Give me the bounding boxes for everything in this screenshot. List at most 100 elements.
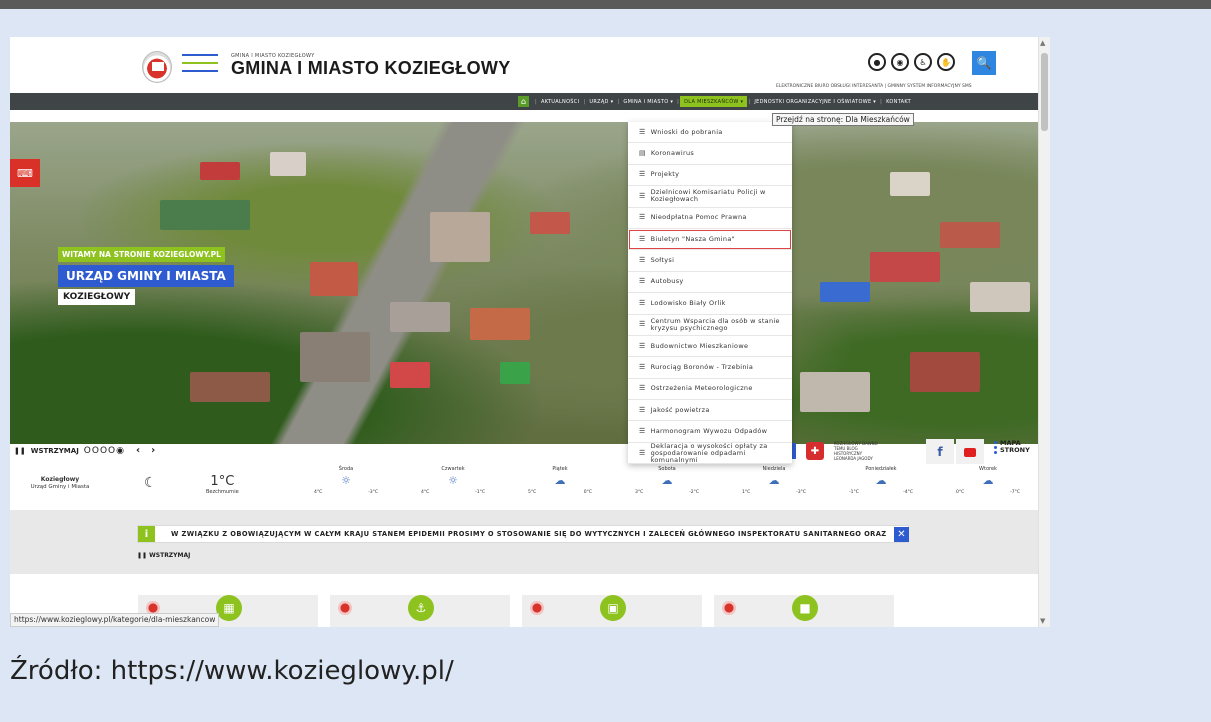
info-icon: i [138, 526, 155, 542]
quick-link-card[interactable]: ■ [714, 595, 894, 627]
cloud-icon: ☁ [982, 474, 994, 487]
brand-lines-icon [182, 54, 218, 78]
weather-day: Środa ☼ 4°C -3°C [306, 466, 386, 495]
cloud-icon: ☁ [768, 474, 780, 487]
cloud-icon: ☁ [661, 474, 673, 487]
browser-screenshot: GMINA I MIASTO KOZIEGŁOWY GMINA I MIASTO… [10, 37, 1050, 627]
nav-item-aktualnosci[interactable]: AKTUALNOŚCI [538, 99, 582, 105]
moon-icon: ☾ [144, 475, 157, 491]
facebook-icon[interactable]: f [926, 439, 954, 465]
gallery-icon: ▣ [600, 595, 626, 621]
list-icon: ☰ [639, 341, 646, 350]
news-icon: ▤ [639, 149, 646, 158]
nav-tooltip: Przejdź na stronę: Dla Mieszkańców [772, 113, 914, 126]
nav-item-urzad[interactable]: URZĄD ▾ [586, 99, 616, 105]
weather-current: 1°C Bezchmurnie [206, 474, 239, 495]
partner-logos: ✚ KOZIEGŁOWY DAWNO TEMU BLOG HISTORYCZNY… [786, 437, 882, 465]
site-map-icon [994, 440, 997, 454]
dropdown-item[interactable]: ☰ Deklaracja o wysokości opłaty za gospod… [628, 442, 792, 465]
slider-controls: ❚❚ WSTRZYMAJ OOOO◉ ‹ › [14, 445, 155, 456]
quick-link-card[interactable]: ⚓ [330, 595, 510, 627]
scroll-down-icon[interactable]: ▼ [1040, 617, 1045, 625]
notice-pause-button[interactable]: ❚❚ WSTRZYMAJ [137, 552, 190, 559]
historic-blog-text[interactable]: KOZIEGŁOWY DAWNO TEMU BLOG HISTORYCZNY L… [834, 441, 882, 461]
dropdown-dla-mieszkancow: ☰ Wnioski do pobrania ▤ Koronawirus ☰ Proje… [628, 122, 792, 465]
dropdown-item[interactable]: ☰ Budownictwo Mieszkaniowe [628, 336, 792, 358]
dropdown-item[interactable]: ☰ Lodowisko Biały Orlik [628, 293, 792, 315]
dropdown-item[interactable]: ▤ Koronawirus [628, 143, 792, 165]
dropdown-item[interactable]: ☰ Sołtysi [628, 250, 792, 272]
keyboard-icon[interactable]: ⌨ [10, 159, 40, 187]
list-icon: ☰ [639, 277, 646, 286]
slider-pause-button[interactable]: WSTRZYMAJ [31, 447, 79, 455]
anchor-icon: ⚓ [408, 595, 434, 621]
dropdown-item[interactable]: ☰ Rurociąg Boronów - Trzebinia [628, 357, 792, 379]
slider-dots[interactable]: OOOO◉ [84, 446, 125, 456]
hero-subtitle: KOZIEGŁOWY [58, 289, 136, 305]
historic-blog-logo[interactable]: ✚ [806, 442, 824, 460]
close-icon[interactable]: ✕ [894, 527, 909, 542]
window-top-bar [0, 0, 1211, 9]
list-icon: ☰ [639, 213, 646, 222]
search-icon: 🔍 [976, 56, 992, 70]
list-icon: ☰ [639, 298, 646, 307]
person-icon[interactable]: ● [868, 53, 886, 71]
site-map-link[interactable]: MAPA STRONY [994, 440, 1030, 454]
home-icon[interactable]: ⌂ [518, 96, 529, 107]
slider-next-button[interactable]: › [151, 445, 155, 456]
dropdown-item[interactable]: ☰ Centrum Wsparcia dla osób w stanie kryz… [628, 315, 792, 336]
ebok-links[interactable]: ELEKTRONICZNE BIURO OBSŁUGI INTERESANTA … [776, 84, 972, 89]
accessibility-icons: ● ◉ ♿ ✋ [868, 53, 955, 71]
weather-day: Piątek ☁ 5°C 0°C [520, 466, 600, 495]
nav-item-gmina[interactable]: GMINA I MIASTO ▾ [620, 99, 676, 105]
source-caption: Źródło: https://www.kozieglowy.pl/ [10, 656, 454, 686]
weather-location: Koziegłowy Urząd Gminy i Miasta [30, 476, 90, 490]
quick-link-card[interactable]: ▣ [522, 595, 702, 627]
dropdown-item[interactable]: ☰ Autobusy [628, 272, 792, 294]
list-icon: ☰ [639, 256, 646, 265]
deaf-icon[interactable]: ◉ [891, 53, 909, 71]
nav-item-jednostki[interactable]: JEDNOSTKI ORGANIZACYJNE I OŚWIATOWE ▾ [751, 99, 879, 105]
weather-day: Poniedziałek ☁ -1°C -4°C [841, 466, 921, 495]
list-icon: ☰ [639, 384, 646, 393]
nav-item-kontakt[interactable]: KONTAKT [883, 99, 914, 105]
status-bar-url: https://www.kozieglowy.pl/kategorie/dla-… [10, 613, 220, 627]
weather-day: Sobota ☁ 3°C -2°C [627, 466, 707, 495]
weather-widget: Koziegłowy Urząd Gminy i Miasta ☾ 1°C Bezc… [10, 464, 1038, 510]
weather-day: Niedziela ☁ 1°C -3°C [734, 466, 814, 495]
list-icon: ☰ [639, 170, 646, 179]
list-icon: ☰ [639, 191, 646, 200]
search-button[interactable]: 🔍 [972, 51, 996, 75]
main-nav: ⌂ | AKTUALNOŚCI | URZĄD ▾ | GMINA I MIAS… [10, 93, 1038, 110]
list-icon: ☰ [639, 127, 646, 136]
nav-item-dla-mieszkancow[interactable]: DLA MIESZKAŃCÓW ▾ [680, 96, 748, 107]
hero-title: URZĄD GMINY I MIASTA [58, 265, 234, 287]
calendar-icon: ▦ [216, 595, 242, 621]
dropdown-item[interactable]: ☰ Nieodpłatna Pomoc Prawna [628, 208, 792, 229]
weather-day: Czwartek ☼ 4°C -1°C [413, 466, 493, 495]
sun-icon: ☼ [448, 474, 458, 487]
sign-language-icon[interactable]: ✋ [937, 53, 955, 71]
dropdown-item-highlighted[interactable]: ☰ Biuletyn "Nasza Gmina" [628, 229, 792, 251]
dropdown-item[interactable]: ☰ Jakość powietrza [628, 400, 792, 422]
slider-prev-button[interactable]: ‹ [136, 445, 140, 456]
dropdown-item[interactable]: ☰ Ostrzeżenia Meteorologiczne [628, 379, 792, 401]
hero-welcome: WITAMY NA STRONIE KOZIEGLOWY.PL [58, 247, 225, 262]
pause-icon[interactable]: ❚❚ [14, 447, 26, 455]
scroll-up-icon[interactable]: ▲ [1040, 39, 1045, 47]
crest-logo[interactable] [142, 51, 172, 83]
epidemic-notice: i W ZWIĄZKU Z OBOWIĄZUJĄCYM W CAŁYM KRAJ… [137, 525, 909, 543]
dropdown-item[interactable]: ☰ Dzielnicowi Komisariatu Policji w Kozie… [628, 186, 792, 208]
weather-day: Wtorek ☁ 0°C -7°C [948, 466, 1028, 495]
notice-text: W ZWIĄZKU Z OBOWIĄZUJĄCYM W CAŁYM KRAJU … [171, 530, 887, 538]
dropdown-item[interactable]: ☰ Wnioski do pobrania [628, 122, 792, 144]
list-icon: ☰ [639, 362, 646, 371]
dropdown-item[interactable]: ☰ Projekty [628, 165, 792, 187]
youtube-icon[interactable] [956, 439, 984, 465]
dropdown-item[interactable]: ☰ Harmonogram Wywozu Odpadów [628, 421, 792, 443]
scrollbar-thumb[interactable] [1041, 53, 1048, 131]
list-icon: ☰ [639, 448, 646, 457]
wheelchair-icon[interactable]: ♿ [914, 53, 932, 71]
scrollbar[interactable]: ▲ ▼ [1038, 37, 1050, 627]
brand-title[interactable]: GMINA I MIASTO KOZIEGŁOWY [231, 58, 511, 79]
